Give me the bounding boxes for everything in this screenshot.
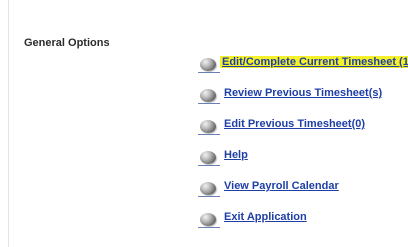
sphere-bullet-icon [198, 213, 220, 228]
exit-application-link[interactable]: Exit Application [222, 211, 309, 223]
edit-previous-timesheet-link[interactable]: Edit Previous Timesheet(0) [222, 118, 367, 130]
review-previous-timesheets-link[interactable]: Review Previous Timesheet(s) [222, 87, 384, 99]
help-link[interactable]: Help [222, 149, 250, 161]
section-title: General Options [24, 37, 110, 49]
sphere-bullet-icon [198, 58, 220, 73]
sphere-bullet-icon [198, 120, 220, 135]
sphere-bullet-icon [198, 89, 220, 104]
sphere-bullet-icon [198, 182, 220, 197]
general-options-panel: General Options Edit/Complete Current Ti… [8, 0, 408, 247]
sphere-bullet-icon [198, 151, 220, 166]
edit-current-timesheet-link[interactable]: Edit/Complete Current Timesheet (1) [220, 56, 408, 68]
view-payroll-calendar-link[interactable]: View Payroll Calendar [222, 180, 341, 192]
